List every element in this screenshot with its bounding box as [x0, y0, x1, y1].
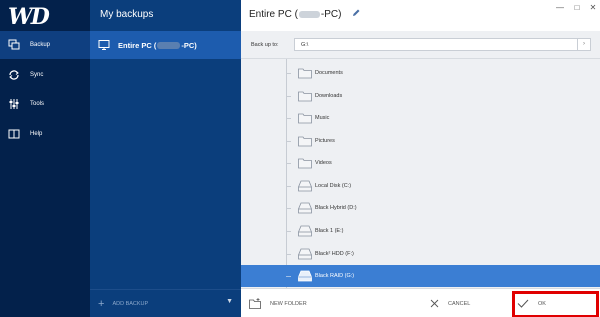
backup-destination-field[interactable]: G:\ › [294, 38, 591, 51]
chevron-down-icon[interactable]: ▼ [226, 298, 233, 305]
help-book-icon [7, 127, 21, 141]
main-panel: Entire PC (-PC) — □ ✕ Back up to: G:\ › … [241, 0, 600, 317]
tree-item-downloads[interactable]: Downloads [241, 85, 600, 107]
ok-highlight-outline [512, 291, 599, 317]
cancel-label: CANCEL [448, 300, 471, 307]
new-folder-icon [249, 298, 261, 309]
nav-item-sync[interactable]: Sync [0, 61, 90, 89]
tree-item-music[interactable]: Music [241, 107, 600, 129]
tree-item-black-raid-g[interactable]: Black RAID (G:) [241, 265, 600, 287]
nav-item-backup[interactable]: Backup [0, 31, 90, 59]
tools-icon [7, 97, 21, 111]
folder-icon [298, 68, 312, 79]
drive-icon [298, 270, 312, 282]
nav-item-label: Help [30, 131, 43, 137]
left-nav: WD Backup Sync Tools Help [0, 0, 90, 317]
close-icon[interactable]: ✕ [588, 3, 598, 12]
drive-icon [298, 180, 312, 192]
pencil-icon[interactable] [351, 8, 361, 18]
tree-item-label: Black 1 (E:) [315, 228, 344, 234]
tree-item-black-1-e[interactable]: Black 1 (E:) [241, 220, 600, 242]
tree-item-label: Videos [315, 160, 332, 166]
folder-icon [298, 136, 312, 147]
tree-item-videos[interactable]: Videos [241, 152, 600, 174]
tree-item-label: Music [315, 115, 330, 121]
redacted-name [298, 10, 320, 18]
destination-tree: Documents Downloads Music Pictures Video… [241, 59, 600, 288]
tree-item-label: Downloads [315, 93, 343, 99]
drive-icon [298, 202, 312, 214]
footer-bar: NEW FOLDER CANCEL OK [241, 288, 600, 317]
backup-item-label: Entire PC (-PC) [118, 40, 197, 50]
minimize-icon[interactable]: — [555, 3, 565, 12]
folder-icon [298, 158, 312, 169]
folder-icon [298, 113, 312, 124]
folder-icon [298, 91, 312, 102]
tree-item-documents[interactable]: Documents [241, 62, 600, 84]
maximize-icon[interactable]: □ [572, 3, 582, 12]
nav-item-tools[interactable]: Tools [0, 90, 90, 118]
backup-to-label: Back up to: [251, 42, 279, 48]
tree-item-label: Black Hybrid (D:) [315, 205, 357, 211]
add-backup-button[interactable]: + ADD BACKUP ▼ [90, 289, 241, 317]
plus-icon: + [98, 297, 105, 310]
backups-panel: My backups Entire PC (-PC) + ADD BACKUP … [90, 0, 241, 317]
redacted-name [157, 42, 181, 50]
page-title: Entire PC (-PC) [249, 9, 342, 20]
tree-item-local-disk-c[interactable]: Local Disk (C:) [241, 175, 600, 197]
tree-item-label: Black² HDD (F:) [315, 251, 354, 257]
tree-item-label: Pictures [315, 138, 335, 144]
nav-item-label: Sync [30, 72, 44, 78]
monitor-icon [98, 39, 110, 51]
backup-item-entire-pc[interactable]: Entire PC (-PC) [90, 31, 241, 59]
new-folder-label: NEW FOLDER [270, 300, 307, 307]
cancel-button[interactable]: CANCEL [430, 289, 470, 317]
drive-icon [298, 248, 312, 260]
nav-item-help[interactable]: Help [0, 120, 90, 148]
backup-destination-bar: Back up to: G:\ › [241, 31, 600, 59]
add-backup-label: ADD BACKUP [112, 300, 149, 307]
tree-item-pictures[interactable]: Pictures [241, 130, 600, 152]
backup-destination-value: G:\ [301, 42, 309, 48]
chevron-right-icon[interactable]: › [577, 39, 590, 50]
close-icon [430, 299, 439, 308]
tree-item-label: Local Disk (C:) [315, 183, 352, 189]
wd-logo: WD [8, 4, 50, 30]
backups-title: My backups [100, 9, 154, 20]
nav-item-label: Tools [30, 101, 45, 107]
new-folder-button[interactable]: NEW FOLDER [249, 289, 307, 317]
tree-item-label: Documents [315, 70, 343, 76]
tree-item-black-hybrid-d[interactable]: Black Hybrid (D:) [241, 197, 600, 219]
tree-item-black2-hdd-f[interactable]: Black² HDD (F:) [241, 243, 600, 265]
nav-item-label: Backup [30, 42, 51, 48]
header: Entire PC (-PC) — □ ✕ [241, 0, 600, 31]
tree-item-label: Black RAID (G:) [315, 273, 355, 279]
drive-icon [298, 225, 312, 237]
sync-icon [7, 68, 21, 82]
backup-icon [7, 38, 21, 52]
